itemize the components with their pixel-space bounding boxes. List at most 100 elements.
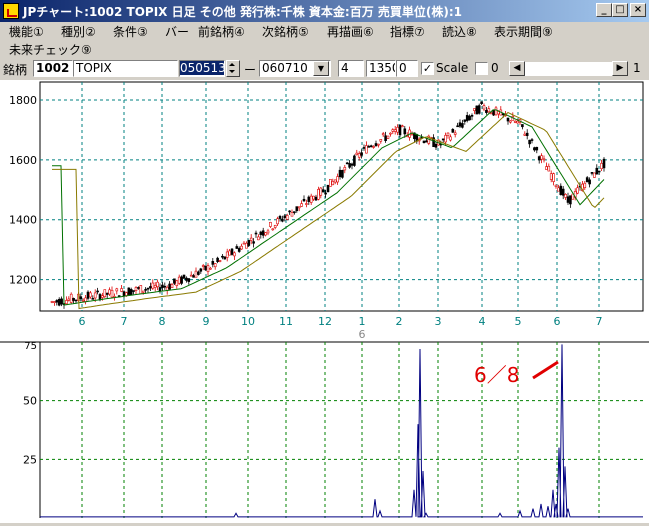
candle-body bbox=[305, 203, 308, 205]
menu-load[interactable]: 読込⑧ bbox=[442, 23, 477, 40]
month-tick-label: 8 bbox=[159, 315, 166, 328]
candle-body bbox=[353, 155, 356, 166]
scale-checkbox[interactable]: ✓ bbox=[421, 62, 434, 75]
candle-body bbox=[317, 189, 320, 200]
candle-body bbox=[249, 237, 253, 241]
candle-body bbox=[86, 291, 90, 299]
zero-checkbox[interactable] bbox=[475, 62, 488, 75]
candle-body bbox=[84, 297, 87, 302]
menu-prev-stock[interactable]: 前銘柄④ bbox=[198, 23, 245, 40]
candle-body bbox=[125, 292, 128, 296]
candle-body bbox=[401, 125, 404, 128]
month-tick-label: 6 bbox=[79, 315, 86, 328]
candle-body bbox=[600, 162, 603, 170]
param-field-2[interactable]: 1350 bbox=[366, 60, 396, 77]
scroll-left-button[interactable]: ◀ bbox=[509, 61, 525, 76]
candle-body bbox=[297, 206, 301, 209]
candle-body bbox=[410, 133, 414, 136]
candle-body bbox=[204, 265, 207, 271]
annotation-label: 6／8 bbox=[474, 363, 519, 387]
candle-body bbox=[312, 195, 315, 200]
scale-label: Scale bbox=[436, 61, 469, 75]
candle-body bbox=[108, 289, 111, 295]
candle-body bbox=[391, 129, 395, 132]
scroll-track[interactable] bbox=[525, 61, 612, 76]
candle-body bbox=[57, 299, 61, 306]
candle-body bbox=[521, 124, 524, 128]
candle-body bbox=[161, 284, 164, 288]
candle-body bbox=[564, 194, 567, 198]
candle-body bbox=[537, 156, 541, 161]
price-tick-label: 1400 bbox=[9, 214, 37, 227]
candle-body bbox=[372, 146, 375, 148]
candle-body bbox=[211, 261, 215, 265]
menu-shubetsu[interactable]: 種別② bbox=[61, 23, 96, 40]
menu-redraw[interactable]: 再描画⑥ bbox=[327, 23, 374, 40]
menu-display-period[interactable]: 表示期間⑨ bbox=[494, 23, 553, 40]
candle-body bbox=[403, 128, 407, 135]
menu-bar-item[interactable]: バー bbox=[165, 23, 189, 40]
candle-body bbox=[389, 132, 392, 135]
candle-body bbox=[96, 290, 99, 293]
menu-bar: 機能① 種別② 条件③ バー 前銘柄④ 次銘柄⑤ 再描画⑥ 指標⑦ 読込⑧ 表示… bbox=[0, 22, 649, 40]
candle-body bbox=[60, 298, 63, 305]
menu-future-check[interactable]: 未来チェック⑨ bbox=[9, 41, 92, 58]
close-button[interactable]: × bbox=[630, 3, 646, 17]
month-tick-label: 7 bbox=[121, 315, 128, 328]
candle-body bbox=[194, 270, 198, 278]
candle-body bbox=[233, 252, 236, 257]
stock-code-field[interactable]: 1002 bbox=[33, 60, 73, 77]
candle-body bbox=[547, 165, 551, 172]
candle-body bbox=[480, 101, 483, 105]
from-date-spinner[interactable] bbox=[226, 60, 240, 77]
minimize-button[interactable]: _ bbox=[596, 3, 612, 17]
to-date-dropdown[interactable]: ▼ bbox=[313, 61, 329, 76]
candle-body bbox=[453, 132, 457, 135]
candle-body bbox=[456, 125, 459, 128]
candle-body bbox=[230, 248, 234, 255]
price-panel bbox=[39, 81, 644, 312]
param-field-3[interactable]: 0 bbox=[396, 60, 418, 77]
menu-jouken[interactable]: 条件③ bbox=[113, 23, 148, 40]
candle-body bbox=[379, 139, 383, 142]
candle-body bbox=[163, 285, 167, 288]
menu-next-stock[interactable]: 次銘柄⑤ bbox=[262, 23, 309, 40]
scroll-right-button[interactable]: ▶ bbox=[612, 61, 628, 76]
candle-body bbox=[180, 276, 183, 284]
candle-body bbox=[362, 147, 366, 149]
from-date-field[interactable]: 050513 bbox=[179, 60, 225, 77]
candle-body bbox=[434, 143, 438, 148]
menu-indicator[interactable]: 指標⑦ bbox=[390, 23, 425, 40]
candle-body bbox=[341, 170, 344, 178]
stock-name-field[interactable]: TOPIX bbox=[73, 60, 178, 77]
param-field-1[interactable]: 4 bbox=[338, 60, 364, 77]
candle-body bbox=[247, 239, 251, 246]
candle-body bbox=[321, 189, 325, 193]
chart-area: 1200 1400 1600 1800 6 7 8 9 10 11 12 1 2 3 4 5 6 7 6 25 50 75… bbox=[0, 80, 649, 523]
candle-body bbox=[494, 107, 498, 116]
candle-body bbox=[259, 231, 263, 235]
candle-body bbox=[132, 290, 135, 292]
candle-body bbox=[139, 285, 143, 294]
candle-body bbox=[386, 135, 390, 139]
candle-body bbox=[365, 145, 368, 154]
candle-body bbox=[237, 248, 241, 252]
candle-body bbox=[566, 196, 570, 203]
price-tick-label: 1200 bbox=[9, 274, 37, 287]
candle-body bbox=[554, 184, 558, 187]
candle-body bbox=[242, 242, 246, 245]
candle-body bbox=[187, 278, 191, 282]
candle-body bbox=[50, 301, 54, 303]
maximize-button[interactable]: □ bbox=[612, 3, 628, 17]
candle-body bbox=[545, 166, 548, 170]
menu-kinou[interactable]: 機能① bbox=[9, 23, 44, 40]
candle-body bbox=[314, 196, 318, 201]
candle-body bbox=[257, 236, 260, 241]
month-tick-label: 11 bbox=[279, 315, 293, 328]
candle-body bbox=[367, 146, 371, 148]
candle-body bbox=[398, 124, 402, 136]
candle-body bbox=[446, 132, 450, 136]
candle-body bbox=[89, 292, 92, 298]
candle-body bbox=[338, 169, 342, 178]
candle-body bbox=[470, 115, 474, 117]
